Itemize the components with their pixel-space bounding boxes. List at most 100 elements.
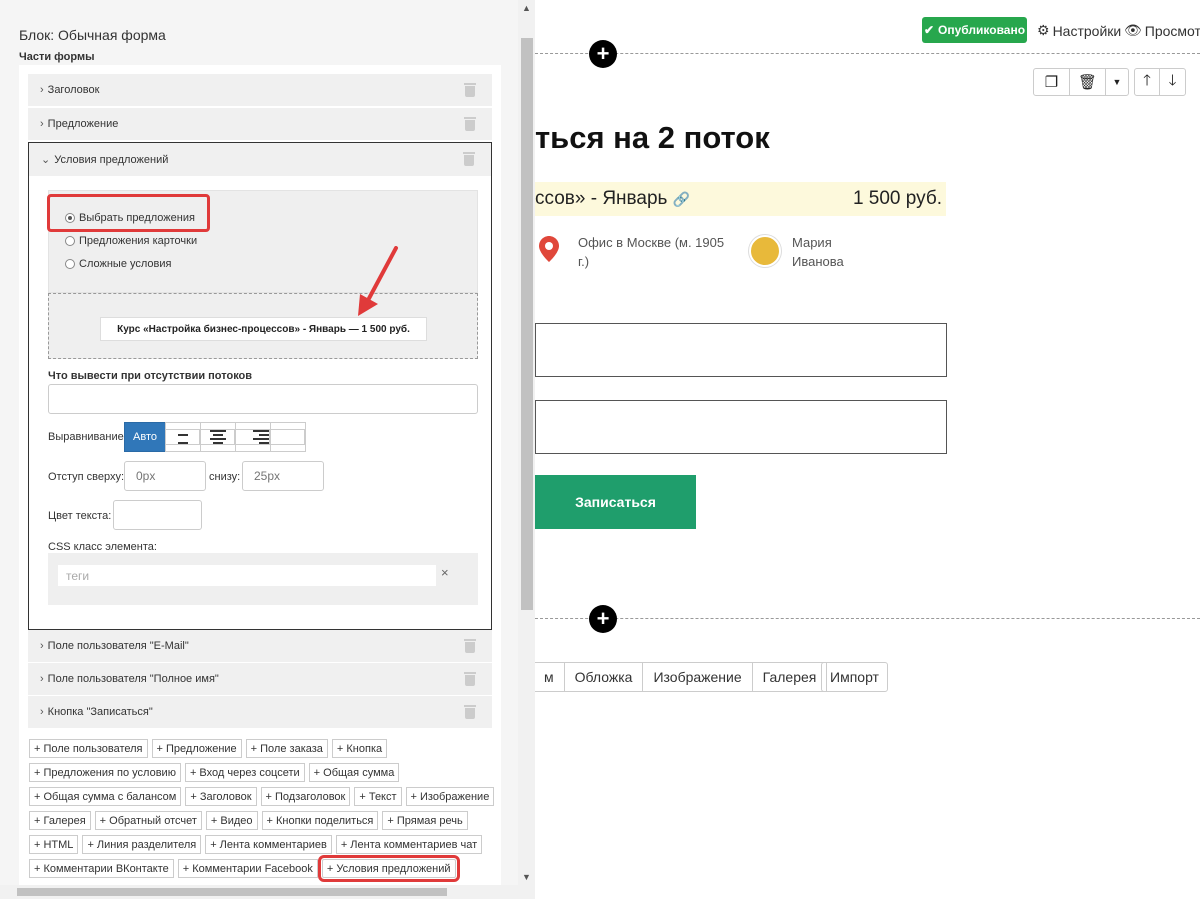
margin-top-label: Отступ сверху: — [48, 471, 125, 483]
map-pin-icon — [539, 236, 559, 265]
add-countdown-chip[interactable]: + Обратный отсчет — [94, 811, 202, 830]
add-facebook-comments-chip[interactable]: + Комментарии Facebook — [177, 859, 318, 878]
trash-icon[interactable] — [464, 639, 476, 653]
part-item-heading[interactable]: › Заголовок — [28, 74, 492, 107]
import-button[interactable]: Импорт — [821, 662, 888, 692]
tab-image[interactable]: Изображение — [642, 662, 753, 692]
scroll-up-icon[interactable]: ▲ — [518, 3, 535, 13]
radio-complex-conditions[interactable]: Сложные условия — [65, 258, 171, 270]
align-center-icon[interactable] — [200, 422, 236, 452]
add-user-field-chip[interactable]: + Поле пользователя — [29, 739, 148, 758]
gear-icon: ⚙ — [1037, 22, 1050, 38]
clear-icon[interactable]: × — [441, 565, 449, 580]
panel-title: Блок: Обычная форма — [19, 27, 166, 43]
block-divider-top — [535, 53, 1200, 54]
name-field-preview[interactable] — [535, 400, 947, 454]
part-item-offer[interactable]: › Предложение — [28, 108, 492, 141]
add-button-chip[interactable]: + Кнопка — [331, 739, 388, 758]
add-offer-conditions-chip[interactable]: + Условия предложений — [317, 855, 460, 882]
chevron-right-icon: › — [40, 84, 44, 96]
part-item-fullname[interactable]: › Поле пользователя "Полное имя" — [28, 663, 492, 696]
chevron-right-icon: › — [40, 673, 44, 685]
trash-icon[interactable] — [463, 152, 475, 166]
avatar — [749, 235, 781, 267]
trash-icon[interactable] — [464, 672, 476, 686]
block-tools: ❐ 🗑 ▼ — [1033, 68, 1129, 96]
offer-title: ссов» - Январь — [535, 188, 668, 209]
part-item-button[interactable]: › Кнопка "Записаться" — [28, 696, 492, 729]
chevron-right-icon: › — [40, 706, 44, 718]
chevron-right-icon: › — [40, 118, 44, 130]
add-order-field-chip[interactable]: + Поле заказа — [245, 739, 328, 758]
caret-down-icon[interactable]: ▼ — [1106, 69, 1128, 95]
preview-link[interactable]: 👁 Просмотр — [1124, 22, 1200, 39]
add-comments-feed-chip[interactable]: + Лента комментариев — [205, 835, 332, 854]
add-total-chip[interactable]: + Общая сумма — [308, 763, 400, 782]
part-item-email[interactable]: › Поле пользователя "E-Mail" — [28, 630, 492, 663]
add-heading-chip[interactable]: + Заголовок — [185, 787, 257, 806]
align-auto-button[interactable]: Авто — [124, 422, 166, 452]
tab-cover[interactable]: Обложка — [563, 662, 644, 692]
highlight-frame-radio — [47, 194, 210, 232]
text-color-input[interactable] — [113, 500, 202, 530]
vertical-scrollbar[interactable]: ▲ ▼ — [518, 0, 535, 899]
part-item-header[interactable]: ⌄ Условия предложений — [29, 143, 491, 176]
trash-icon[interactable] — [464, 83, 476, 97]
add-image-chip[interactable]: + Изображение — [405, 787, 495, 806]
tags-input[interactable]: теги — [58, 565, 436, 586]
add-block-bottom-button[interactable]: + — [589, 605, 617, 633]
add-vk-comments-chip[interactable]: + Комментарии ВКонтакте — [29, 859, 174, 878]
chip-row: + Комментарии ВКонтакте + Комментарии Fa… — [29, 855, 460, 882]
add-total-balance-chip[interactable]: + Общая сумма с балансом — [29, 787, 182, 806]
scroll-thumb[interactable] — [521, 38, 533, 610]
add-share-buttons-chip[interactable]: + Кнопки поделиться — [261, 811, 379, 830]
align-left-icon[interactable] — [165, 422, 201, 452]
add-offer-chip[interactable]: + Предложение — [151, 739, 242, 758]
no-streams-input[interactable] — [48, 384, 478, 414]
published-button[interactable]: ✔ Опубликовано — [922, 17, 1027, 43]
submit-button[interactable]: Записаться — [535, 475, 696, 529]
align-justify-icon[interactable] — [270, 422, 306, 452]
align-label: Выравнивание — [48, 431, 124, 443]
arrow-up-icon[interactable]: 🡑 — [1135, 69, 1160, 95]
scroll-down-icon[interactable]: ▼ — [518, 872, 535, 882]
chevron-down-icon: ⌄ — [41, 154, 51, 166]
add-comments-chat-chip[interactable]: + Лента комментариев чат — [335, 835, 483, 854]
tab-form[interactable]: м — [534, 662, 565, 692]
radio-card-offers[interactable]: Предложения карточки — [65, 235, 197, 247]
selected-offer-chip[interactable]: Курс «Настройка бизнес-процессов» - Янва… — [100, 317, 427, 341]
add-social-login-chip[interactable]: + Вход через соцсети — [184, 763, 305, 782]
add-video-chip[interactable]: + Видео — [205, 811, 258, 830]
block-settings-panel: Блок: Обычная форма Части формы › Заголо… — [0, 0, 535, 899]
check-icon: ✔ — [923, 23, 935, 37]
trash-icon[interactable] — [464, 117, 476, 131]
email-field-preview[interactable] — [535, 323, 947, 377]
css-class-area: теги × — [48, 553, 478, 605]
trash-icon[interactable]: 🗑 — [1070, 69, 1106, 95]
tab-gallery[interactable]: Галерея — [751, 662, 828, 692]
copy-icon[interactable]: ❐ — [1034, 69, 1070, 95]
chip-row: + Общая сумма с балансом + Заголовок + П… — [29, 787, 495, 806]
arrow-down-icon[interactable]: 🡓 — [1160, 69, 1185, 95]
margin-top-input[interactable] — [124, 461, 206, 491]
add-subheading-chip[interactable]: + Подзаголовок — [260, 787, 351, 806]
no-streams-label: Что вывести при отсутствии потоков — [48, 370, 253, 382]
annotation-arrow — [358, 246, 398, 316]
chip-row: + Поле пользователя + Предложение + Поле… — [29, 739, 388, 758]
add-html-chip[interactable]: + HTML — [29, 835, 79, 854]
add-gallery-chip[interactable]: + Галерея — [29, 811, 91, 830]
add-text-chip[interactable]: + Текст — [354, 787, 402, 806]
block-divider-bottom — [535, 618, 1200, 619]
horizontal-scrollbar[interactable] — [0, 885, 518, 899]
add-block-top-button[interactable]: + — [589, 40, 617, 68]
margin-bottom-input[interactable] — [242, 461, 324, 491]
offer-price: 1 500 руб. — [852, 188, 942, 209]
align-right-icon[interactable] — [235, 422, 271, 452]
selected-offers-area: Курс «Настройка бизнес-процессов» - Янва… — [48, 293, 478, 359]
add-quote-chip[interactable]: + Прямая речь — [382, 811, 468, 830]
trash-icon[interactable] — [464, 705, 476, 719]
add-conditional-offers-chip[interactable]: + Предложения по условию — [29, 763, 181, 782]
move-tools: 🡑 🡓 — [1134, 68, 1186, 96]
add-divider-chip[interactable]: + Линия разделителя — [82, 835, 202, 854]
settings-link[interactable]: ⚙ Настройки — [1037, 22, 1121, 39]
